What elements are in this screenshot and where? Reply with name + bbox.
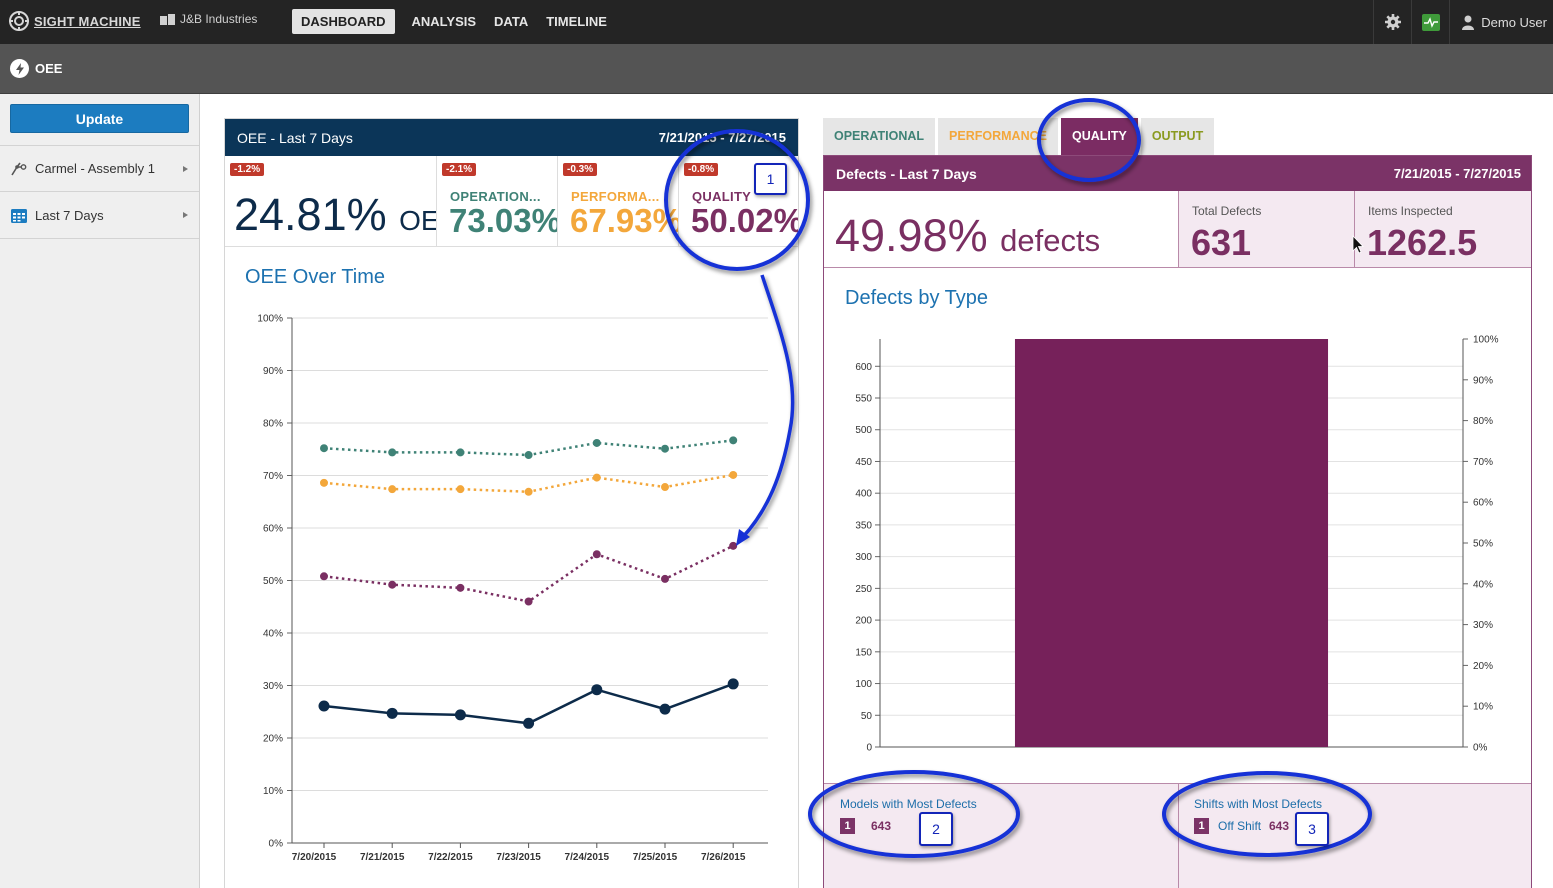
page-header: OEE bbox=[0, 44, 1553, 94]
company-selector[interactable]: J&B Industries bbox=[160, 12, 257, 26]
performance-change-badge: -0.3% bbox=[563, 163, 598, 176]
shifts-top-name[interactable]: Off Shift bbox=[1218, 819, 1261, 833]
top-navbar: SIGHT MACHINE J&B Industries DASHBOARD A… bbox=[0, 0, 1553, 44]
activity-monitor-icon bbox=[1421, 13, 1440, 31]
models-rank-badge: 1 bbox=[840, 818, 855, 834]
models-label: Models with Most Defects bbox=[840, 797, 977, 811]
quality-date-range: 7/21/2015 - 7/27/2015 bbox=[1393, 166, 1521, 181]
page-title: OEE bbox=[35, 61, 63, 76]
sidebar-item-date-range[interactable]: Last 7 Days bbox=[0, 192, 199, 239]
models-top-count: 643 bbox=[871, 819, 892, 833]
shifts-top-count: 643 bbox=[1269, 819, 1290, 833]
oee-panel-title: OEE - Last 7 Days bbox=[237, 130, 353, 146]
settings-button[interactable] bbox=[1373, 0, 1411, 44]
kpi-performance[interactable]: -0.3% PERFORMA... 67.93% bbox=[558, 156, 679, 246]
machine-icon bbox=[11, 162, 27, 175]
oee-value: 24.81% OEE bbox=[234, 189, 436, 241]
quality-panel-title: Defects - Last 7 Days bbox=[836, 166, 977, 182]
oee-change-badge: -1.2% bbox=[230, 163, 265, 176]
operational-value: 73.03% bbox=[449, 202, 558, 239]
update-button[interactable]: Update bbox=[10, 104, 189, 133]
user-name: Demo User bbox=[1481, 14, 1547, 30]
defect-rate-unit: defects bbox=[1000, 223, 1101, 258]
total-defects-kpi: Total Defects 631 bbox=[1179, 191, 1355, 267]
items-inspected-value: 1262.5 bbox=[1367, 222, 1478, 263]
brand-name: SIGHT MACHINE bbox=[34, 13, 141, 29]
total-defects-label: Total Defects bbox=[1192, 204, 1262, 218]
building-icon bbox=[160, 13, 175, 25]
tab-output[interactable]: OUTPUT bbox=[1140, 118, 1215, 155]
tab-operational[interactable]: OPERATIONAL bbox=[823, 118, 936, 155]
tab-performance[interactable]: PERFORMANCE bbox=[938, 118, 1058, 155]
oee-panel: OEE - Last 7 Days 7/21/2015 - 7/27/2015 … bbox=[224, 118, 799, 888]
kpi-oee[interactable]: -1.2% 24.81% OEE bbox=[225, 156, 437, 246]
shifts-rank-badge: 1 bbox=[1194, 818, 1209, 834]
quality-panel-header: Defects - Last 7 Days 7/21/2015 - 7/27/2… bbox=[824, 156, 1531, 191]
sidebar-item-label: Carmel - Assembly 1 bbox=[35, 161, 155, 176]
nav-dashboard[interactable]: DASHBOARD bbox=[292, 9, 395, 34]
oee-date-range: 7/21/2015 - 7/27/2015 bbox=[658, 130, 786, 145]
total-defects-value: 631 bbox=[1191, 222, 1252, 263]
sidebar-item-asset[interactable]: Carmel - Assembly 1 bbox=[0, 145, 199, 192]
oee-chart-title: OEE Over Time bbox=[245, 266, 386, 288]
defect-rate-kpi: 49.98% defects bbox=[824, 191, 1179, 267]
main-nav: DASHBOARD ANALYSIS DATA TIMELINE bbox=[292, 9, 616, 34]
models-with-most-defects: Models with Most Defects 1 643 bbox=[824, 784, 1179, 888]
defect-rate-number: 49.98% bbox=[835, 210, 988, 261]
oee-kpi-row: -1.2% 24.81% OEE -2.1% OPERATION... 73.0… bbox=[225, 156, 798, 247]
annotation-label-3: 3 bbox=[1295, 812, 1329, 846]
calendar-icon bbox=[11, 208, 27, 223]
defects-chart-title: Defects by Type bbox=[845, 287, 989, 309]
operational-change-badge: -2.1% bbox=[442, 163, 477, 176]
oee-panel-header: OEE - Last 7 Days 7/21/2015 - 7/27/2015 bbox=[225, 119, 798, 156]
oee-value-unit: OEE bbox=[399, 205, 436, 236]
brand-logo[interactable]: SIGHT MACHINE bbox=[8, 10, 141, 32]
quality-change-badge: -0.8% bbox=[684, 163, 719, 176]
kpi-operational[interactable]: -2.1% OPERATION... 73.03% bbox=[437, 156, 558, 246]
top-right-controls: Demo User bbox=[1373, 0, 1553, 44]
sidebar: Update Carmel - Assembly 1 Last 7 Days bbox=[0, 94, 200, 888]
app-window: SIGHT MACHINE J&B Industries DASHBOARD A… bbox=[0, 0, 1553, 888]
performance-value: 67.93% bbox=[570, 202, 679, 239]
quality-panel: Defects - Last 7 Days 7/21/2015 - 7/27/2… bbox=[823, 155, 1532, 888]
nav-timeline[interactable]: TIMELINE bbox=[537, 9, 616, 34]
gear-icon bbox=[1384, 14, 1401, 30]
shifts-with-most-defects: Shifts with Most Defects 1 Off Shift 643 bbox=[1179, 784, 1531, 888]
status-button[interactable] bbox=[1411, 0, 1449, 44]
defect-rate-value: 49.98% defects bbox=[835, 210, 1100, 262]
quality-value: 50.02% bbox=[691, 202, 798, 239]
user-menu[interactable]: Demo User bbox=[1449, 0, 1553, 44]
annotation-label-2: 2 bbox=[919, 812, 953, 846]
quality-kpi-row: 49.98% defects Total Defects 631 Items I… bbox=[824, 191, 1531, 268]
sidebar-item-label: Last 7 Days bbox=[35, 207, 104, 223]
shifts-label: Shifts with Most Defects bbox=[1194, 797, 1323, 811]
caret-right-icon bbox=[183, 166, 188, 172]
nav-analysis[interactable]: ANALYSIS bbox=[403, 9, 486, 34]
tab-quality[interactable]: QUALITY bbox=[1060, 118, 1138, 155]
caret-right-icon bbox=[183, 212, 188, 218]
lightning-bolt-icon bbox=[10, 59, 29, 78]
annotation-label-1: 1 bbox=[754, 163, 787, 195]
nav-data[interactable]: DATA bbox=[485, 9, 537, 34]
company-name: J&B Industries bbox=[180, 12, 258, 26]
items-inspected-label: Items Inspected bbox=[1368, 204, 1453, 218]
items-inspected-kpi: Items Inspected 1262.5 bbox=[1355, 191, 1531, 267]
metric-tabs: OPERATIONAL PERFORMANCE QUALITY OUTPUT bbox=[823, 118, 1217, 156]
sight-machine-logo-icon bbox=[9, 11, 29, 31]
oee-value-number: 24.81% bbox=[234, 189, 387, 240]
user-icon bbox=[1462, 15, 1475, 30]
